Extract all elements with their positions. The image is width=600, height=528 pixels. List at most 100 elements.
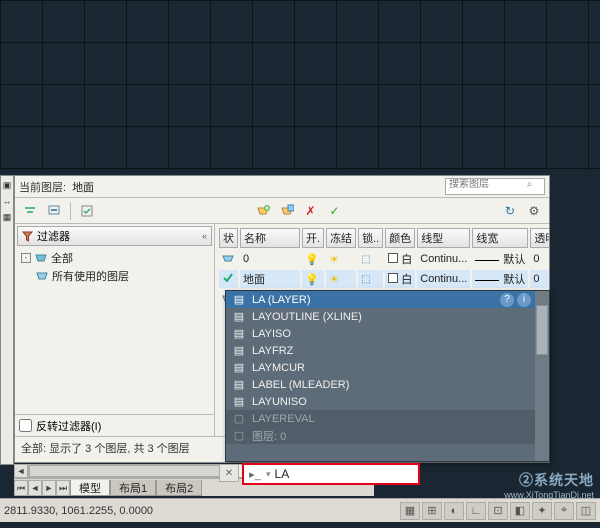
command-autocomplete-popup: ▤LA (LAYER)?i▤LAYOUTLINE (XLINE)▤LAYISO▤… xyxy=(225,290,550,462)
command-icon: ▤ xyxy=(232,378,246,391)
command-close-button[interactable]: ✕ xyxy=(219,464,239,482)
transparency-cell[interactable]: 0 xyxy=(530,250,549,268)
autocomplete-item[interactable]: ▤LAYUNISO xyxy=(226,393,535,410)
new-group-filter-button[interactable] xyxy=(43,201,65,221)
tree-label: 全部 xyxy=(51,250,73,266)
tree-label: 所有使用的图层 xyxy=(52,268,129,284)
lineweight-cell[interactable]: 默认 xyxy=(472,250,528,268)
new-filter-button[interactable] xyxy=(19,201,41,221)
chevron-down-icon[interactable]: ▾ xyxy=(266,469,271,480)
invert-filter-row[interactable]: 反转过滤器(I) xyxy=(15,414,214,436)
layer-search-box[interactable]: ⌕ xyxy=(445,178,545,195)
color-swatch[interactable] xyxy=(388,273,398,283)
col-color[interactable]: 颜色 xyxy=(385,228,415,248)
autocomplete-text: LAYFRZ xyxy=(252,345,293,357)
autocomplete-item[interactable]: ▤LA (LAYER) xyxy=(226,291,535,308)
lock-icon[interactable]: ⬚ xyxy=(361,274,370,285)
new-layer-vp-button[interactable] xyxy=(276,201,298,221)
col-linetype[interactable]: 线型 xyxy=(417,228,470,248)
help-icon[interactable]: ? xyxy=(500,293,514,307)
col-lineweight[interactable]: 线宽 xyxy=(472,228,528,248)
autocomplete-text: LABEL (MLEADER) xyxy=(252,379,349,391)
layout-tab[interactable]: 布局2 xyxy=(156,480,202,496)
stack-icon xyxy=(34,252,48,264)
status-toggle[interactable]: ⊞ xyxy=(422,502,442,520)
layer-states-button[interactable] xyxy=(76,201,98,221)
rail-btn[interactable]: ▣ xyxy=(2,180,12,190)
status-toggle[interactable]: ▦ xyxy=(400,502,420,520)
status-text: 全部: 显示了 3 个图层, 共 3 个图层 xyxy=(21,440,190,456)
tab-last-button[interactable]: ⏭ xyxy=(56,480,70,496)
linetype-cell[interactable]: Continu... xyxy=(417,270,470,288)
layer-status-icon xyxy=(222,252,234,264)
sun-icon[interactable]: ☀ xyxy=(329,273,339,286)
command-line[interactable]: ▸_ ▾ LA xyxy=(242,463,420,485)
sun-icon[interactable]: ☀ xyxy=(329,253,339,266)
tab-prev-button[interactable]: ◄ xyxy=(28,480,42,496)
tab-next-button[interactable]: ► xyxy=(42,480,56,496)
layout-tab[interactable]: 模型 xyxy=(70,480,110,496)
linetype-cell[interactable]: Continu... xyxy=(417,250,470,268)
status-toggle[interactable]: ◫ xyxy=(576,502,596,520)
bulb-icon[interactable]: 💡 xyxy=(305,273,319,286)
status-toggle[interactable]: ◐ xyxy=(444,502,464,520)
col-name[interactable]: 名称 xyxy=(240,228,300,248)
new-layer-button[interactable] xyxy=(252,201,274,221)
tree-expand-icon[interactable]: - xyxy=(21,253,31,263)
set-current-button[interactable]: ✓ xyxy=(324,201,346,221)
table-row[interactable]: 0💡☀⬚ 白Continu...默认0 xyxy=(219,250,549,268)
table-row[interactable]: 地面💡☀⬚ 白Continu...默认0 xyxy=(219,270,549,288)
status-toggle[interactable]: ✦ xyxy=(532,502,552,520)
autocomplete-item[interactable]: ▤ LABEL (MLEADER) xyxy=(226,376,535,393)
autocomplete-item[interactable]: ▤LAYOUTLINE (XLINE) xyxy=(226,308,535,325)
autocomplete-scrollbar[interactable] xyxy=(535,291,549,461)
color-swatch[interactable] xyxy=(388,253,398,263)
tab-first-button[interactable]: ⏮ xyxy=(14,480,28,496)
bulb-icon[interactable]: 💡 xyxy=(305,253,319,266)
status-toggle[interactable]: ⌖ xyxy=(554,502,574,520)
settings-button[interactable]: ⚙ xyxy=(523,201,545,221)
scroll-thumb[interactable] xyxy=(29,465,239,477)
col-status[interactable]: 状 xyxy=(219,228,238,248)
layer-name-cell[interactable]: 地面 xyxy=(240,270,300,288)
rail-btn[interactable]: ▦ xyxy=(2,212,12,222)
autocomplete-item[interactable]: ▤LAYISO xyxy=(226,325,535,342)
command-icon: ▤ xyxy=(232,395,246,408)
status-toggle[interactable]: ◧ xyxy=(510,502,530,520)
transparency-cell[interactable]: 0 xyxy=(530,270,549,288)
command-input-text[interactable]: LA xyxy=(275,467,290,481)
layer-search-input[interactable] xyxy=(449,179,524,190)
autocomplete-item[interactable]: ▤LAYFRZ xyxy=(226,342,535,359)
status-toggle[interactable]: ⊡ xyxy=(488,502,508,520)
col-lock[interactable]: 锁.. xyxy=(358,228,383,248)
sysvar-icon: ▢ xyxy=(232,429,246,442)
delete-layer-button[interactable]: ✗ xyxy=(300,201,322,221)
autocomplete-text: LAYOUTLINE (XLINE) xyxy=(252,311,362,323)
invert-filter-label: 反转过滤器(I) xyxy=(36,418,101,434)
col-on[interactable]: 开. xyxy=(302,228,324,248)
command-icon: ▤ xyxy=(232,293,246,306)
lineweight-cell[interactable]: 默认 xyxy=(472,270,528,288)
layout-tab[interactable]: 布局1 xyxy=(110,480,156,496)
invert-filter-checkbox[interactable] xyxy=(19,419,32,432)
status-toggle[interactable]: ∟ xyxy=(466,502,486,520)
collapse-chevrons-icon[interactable]: « xyxy=(202,231,207,241)
tree-root-all[interactable]: - 全部 xyxy=(21,249,210,267)
lock-icon[interactable]: ⬚ xyxy=(361,254,370,265)
autocomplete-header: ?i xyxy=(496,291,535,308)
scrollbar-thumb[interactable] xyxy=(536,305,548,355)
autocomplete-item-disabled: ▢图层: 0 xyxy=(226,427,535,444)
scroll-left-button[interactable]: ◄ xyxy=(14,464,28,478)
app-status-bar: 2811.9330, 1061.2255, 0.0000 ▦ ⊞ ◐ ∟ ⊡ ◧… xyxy=(0,498,600,522)
autocomplete-item[interactable]: ▤LAYMCUR xyxy=(226,359,535,376)
drawing-canvas[interactable] xyxy=(0,0,600,170)
refresh-button[interactable]: ↻ xyxy=(499,201,521,221)
layer-name-cell[interactable]: 0 xyxy=(240,250,300,268)
rail-btn[interactable]: ↔ xyxy=(2,196,12,206)
tree-used-layers[interactable]: 所有使用的图层 xyxy=(21,267,210,285)
info-icon[interactable]: i xyxy=(517,293,531,307)
col-transparency[interactable]: 透明 xyxy=(530,228,549,248)
filter-tree-header[interactable]: 过滤器 « xyxy=(17,226,212,246)
watermark-title: ②系统天地 xyxy=(504,470,594,490)
col-freeze[interactable]: 冻结 xyxy=(326,228,356,248)
